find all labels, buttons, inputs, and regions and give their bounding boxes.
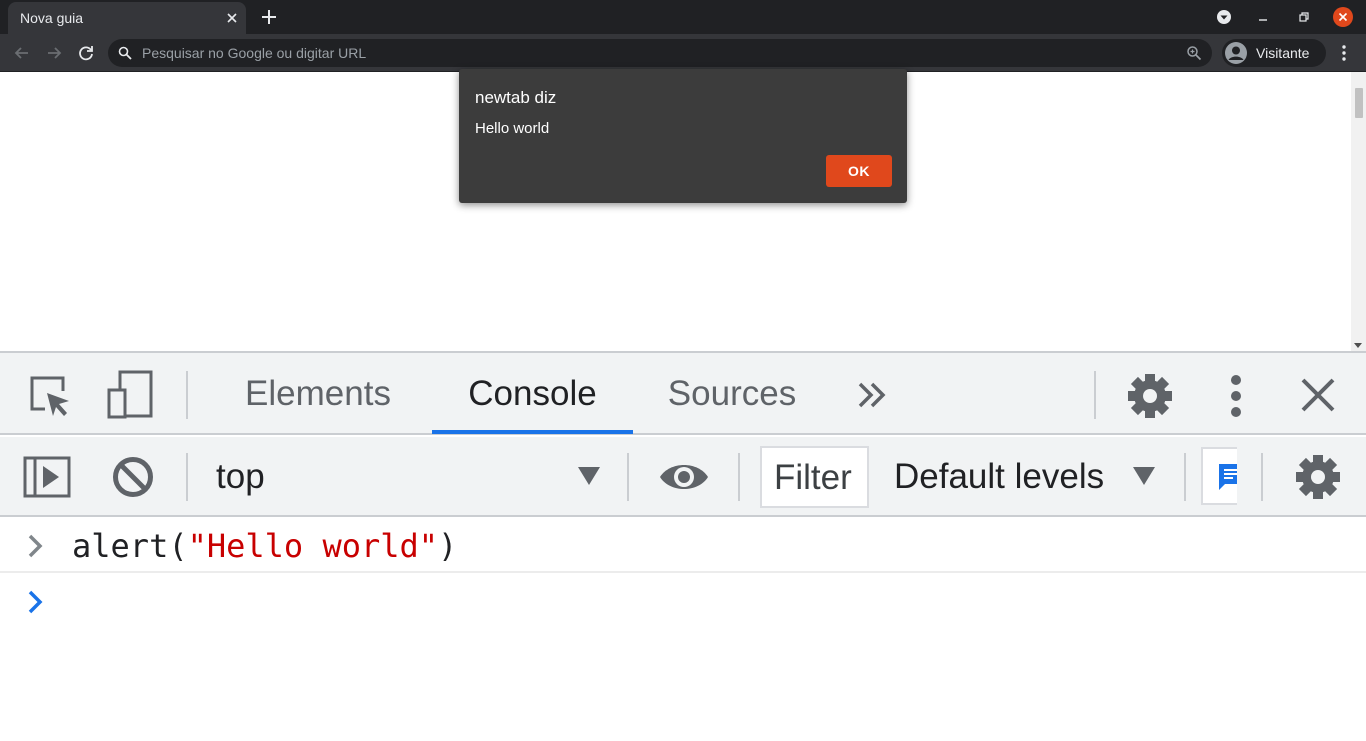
- console-command: alert("Hello world"): [72, 527, 457, 565]
- device-toolbar-icon[interactable]: [106, 370, 154, 420]
- avatar-icon: [1225, 42, 1247, 64]
- inspect-element-icon[interactable]: [27, 373, 73, 419]
- devtools-menu-icon[interactable]: [1224, 373, 1248, 419]
- close-window-icon[interactable]: [1333, 7, 1353, 27]
- tab-strip: Nova guia: [0, 0, 1366, 34]
- profile-name: Visitante: [1256, 45, 1310, 61]
- browser-menu-icon[interactable]: [1336, 42, 1352, 64]
- dialog-message: Hello world: [475, 120, 550, 137]
- log-levels-label: Default levels: [894, 457, 1105, 496]
- toolbar-divider: [627, 453, 629, 501]
- dropdown-arrow-icon: [578, 467, 600, 485]
- live-expression-eye-icon[interactable]: [658, 459, 710, 495]
- console-toolbar: top Default levels: [0, 437, 1366, 517]
- ok-button[interactable]: OK: [826, 155, 892, 187]
- omnibox[interactable]: [108, 39, 1212, 67]
- dropdown-arrow-icon: [1133, 467, 1155, 485]
- minimize-icon[interactable]: [1253, 7, 1273, 27]
- issues-button[interactable]: [1201, 447, 1237, 505]
- code-paren: ): [438, 527, 458, 565]
- omnibox-input[interactable]: [142, 39, 1172, 67]
- scroll-down-icon[interactable]: [1354, 343, 1362, 348]
- console-prompt[interactable]: [0, 575, 1366, 631]
- more-tabs-icon[interactable]: [856, 379, 888, 411]
- show-sidebar-icon[interactable]: [23, 456, 71, 498]
- search-icon: [118, 46, 132, 60]
- browser-toolbar: Visitante: [0, 34, 1366, 72]
- code-function: alert(: [72, 527, 188, 565]
- scrollbar-thumb[interactable]: [1355, 88, 1363, 118]
- tab-elements[interactable]: Elements: [218, 353, 418, 435]
- profile-button[interactable]: Visitante: [1222, 39, 1326, 67]
- tab-search-icon[interactable]: [1214, 7, 1234, 27]
- console-settings-icon[interactable]: [1295, 454, 1341, 500]
- page-scrollbar[interactable]: [1351, 72, 1366, 352]
- reload-icon[interactable]: [75, 42, 97, 64]
- toolbar-divider: [738, 453, 740, 501]
- toolbar-divider: [186, 371, 188, 419]
- console-entry[interactable]: alert("Hello world"): [0, 519, 1366, 573]
- devtools-tabbar: Elements Console Sources: [0, 353, 1366, 435]
- clear-console-icon[interactable]: [112, 456, 154, 498]
- tab-sources[interactable]: Sources: [650, 353, 814, 435]
- forward-icon[interactable]: [43, 42, 65, 64]
- back-icon[interactable]: [11, 42, 33, 64]
- issues-icon: [1219, 464, 1237, 490]
- tab-title: Nova guia: [20, 10, 84, 26]
- restore-icon[interactable]: [1293, 7, 1313, 27]
- tab-console[interactable]: Console: [432, 353, 633, 435]
- zoom-icon[interactable]: [1186, 45, 1202, 61]
- prompt-chevron-icon: [28, 590, 43, 614]
- browser-tab[interactable]: Nova guia: [8, 2, 246, 34]
- filter-input[interactable]: [774, 456, 867, 500]
- toolbar-divider: [1094, 371, 1096, 419]
- filter-box[interactable]: [760, 446, 869, 508]
- new-tab-icon[interactable]: [258, 6, 280, 28]
- close-devtools-icon[interactable]: [1300, 377, 1336, 413]
- toolbar-divider: [1184, 453, 1186, 501]
- toolbar-divider: [186, 453, 188, 501]
- close-tab-icon[interactable]: [224, 10, 240, 26]
- code-string: "Hello world": [187, 527, 439, 565]
- devtools-panel: Elements Console Sources top Filter Defa…: [0, 351, 1366, 741]
- chevron-right-icon: [28, 534, 43, 558]
- toolbar-divider: [1261, 453, 1263, 501]
- alert-dialog: newtab diz Hello world OK: [459, 69, 907, 203]
- active-tab-indicator: [432, 430, 633, 434]
- settings-icon[interactable]: [1127, 373, 1173, 419]
- dialog-title: newtab diz: [475, 88, 557, 107]
- context-label: top: [216, 457, 265, 496]
